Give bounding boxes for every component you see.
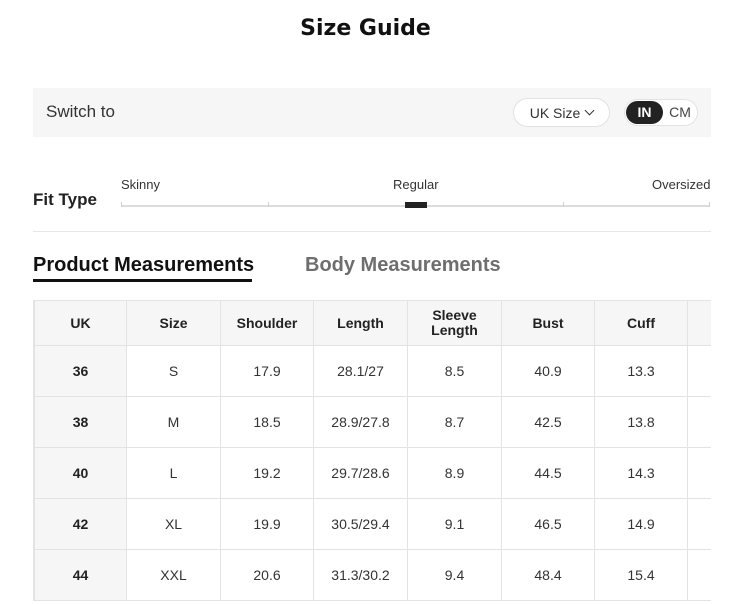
fit-option-oversized: Oversized [652, 177, 711, 192]
table-cell: XL [126, 498, 221, 550]
chevron-down-icon [584, 105, 595, 116]
unit-cm-button[interactable]: CM [665, 101, 695, 124]
fit-tick [268, 202, 269, 207]
unit-toggle: IN CM [624, 99, 698, 126]
table-cell: XXL [126, 549, 221, 601]
column-header: Size [126, 300, 221, 346]
column-header: Bust [501, 300, 595, 346]
table-cell: S [126, 345, 221, 397]
fit-tick [709, 202, 710, 207]
fit-option-skinny: Skinny [121, 177, 161, 192]
size-system-value: UK Size [529, 104, 581, 121]
table-cell [687, 498, 711, 550]
table-cell: 19.9 [220, 498, 314, 550]
table-cell: 30.5/29.4 [313, 498, 408, 550]
fit-option-regular: Regular [393, 177, 439, 192]
measurements-table: UK Size Shoulder Length Sleeve Length Bus… [34, 300, 711, 601]
fit-tick [121, 202, 122, 207]
table-cell: 40.9 [501, 345, 595, 397]
active-tab-underline [33, 279, 252, 282]
table-cell: 13.8 [594, 396, 688, 448]
table-cell: 44.5 [501, 447, 595, 499]
tab-product-measurements[interactable]: Product Measurements [33, 254, 254, 277]
table-row: 36 S 17.9 28.1/27 8.5 40.9 13.3 [34, 345, 711, 397]
table-cell: 13.3 [594, 345, 688, 397]
size-system-select[interactable]: UK Size [513, 98, 610, 127]
table-cell: 14.9 [594, 498, 688, 550]
table-cell: 8.7 [407, 396, 502, 448]
table-cell: 42.5 [501, 396, 595, 448]
table-header-row: UK Size Shoulder Length Sleeve Length Bus… [34, 300, 711, 346]
table-cell: 9.1 [407, 498, 502, 550]
table-cell: 8.9 [407, 447, 502, 499]
table-row: 38 M 18.5 28.9/27.8 8.7 42.5 13.8 [34, 396, 711, 448]
table-row: 44 XXL 20.6 31.3/30.2 9.4 48.4 15.4 [34, 549, 711, 601]
table-cell: L [126, 447, 221, 499]
table-cell: 14.3 [594, 447, 688, 499]
page-title: Size Guide [300, 16, 431, 41]
table-cell: 9.4 [407, 549, 502, 601]
unit-switch-bar: Switch to UK Size IN CM [33, 88, 711, 137]
fit-selected-marker [405, 202, 427, 208]
fit-tick [563, 202, 564, 207]
table-cell: 31.3/30.2 [313, 549, 408, 601]
table-cell: M [126, 396, 221, 448]
fit-type-label: Fit Type [33, 190, 97, 209]
table-cell: 44 [34, 549, 127, 601]
table-cell: 19.2 [220, 447, 314, 499]
table-cell [687, 549, 711, 601]
table-cell [687, 396, 711, 448]
table-cell [687, 345, 711, 397]
column-header: Sleeve Length [407, 300, 502, 346]
column-header: Shoulder [220, 300, 314, 346]
table-row: 42 XL 19.9 30.5/29.4 9.1 46.5 14.9 [34, 498, 711, 550]
table-cell: 40 [34, 447, 127, 499]
table-cell: 46.5 [501, 498, 595, 550]
table-cell: 48.4 [501, 549, 595, 601]
switch-label: Switch to [46, 102, 115, 121]
table-cell: 8.5 [407, 345, 502, 397]
tab-body-measurements[interactable]: Body Measurements [305, 254, 501, 277]
table-cell: 42 [34, 498, 127, 550]
table-cell: 38 [34, 396, 127, 448]
unit-in-button[interactable]: IN [626, 101, 663, 124]
table-cell: 28.1/27 [313, 345, 408, 397]
measurements-table-container[interactable]: UK Size Shoulder Length Sleeve Length Bus… [33, 300, 711, 601]
column-header: UK [34, 300, 127, 346]
divider [33, 231, 711, 232]
table-cell: 36 [34, 345, 127, 397]
table-cell: 18.5 [220, 396, 314, 448]
table-cell: 15.4 [594, 549, 688, 601]
table-cell [687, 447, 711, 499]
table-cell: 20.6 [220, 549, 314, 601]
table-cell: 28.9/27.8 [313, 396, 408, 448]
column-header: Length [313, 300, 408, 346]
fit-scale [121, 202, 710, 208]
table-cell: 29.7/28.6 [313, 447, 408, 499]
column-header [687, 300, 711, 346]
table-row: 40 L 19.2 29.7/28.6 8.9 44.5 14.3 [34, 447, 711, 499]
table-cell: 17.9 [220, 345, 314, 397]
column-header: Cuff [594, 300, 688, 346]
